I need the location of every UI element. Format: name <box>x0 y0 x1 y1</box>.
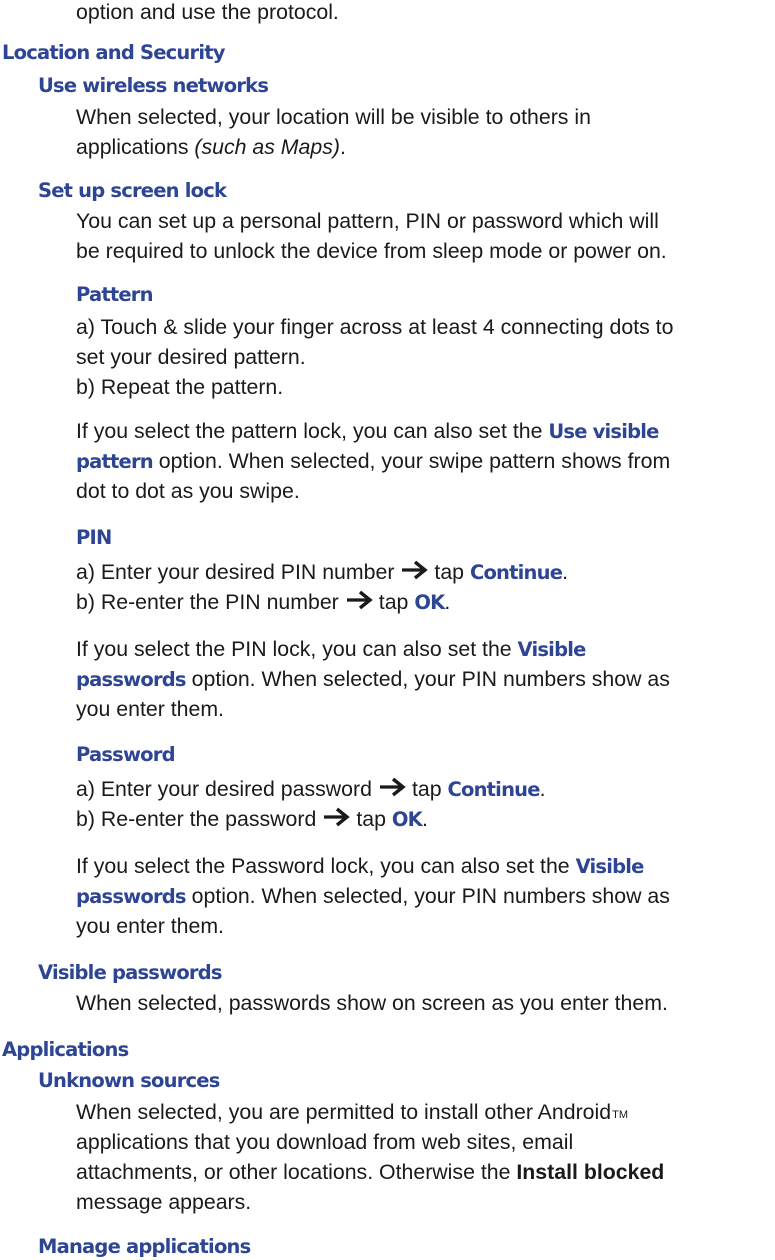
subheading-use-wireless-networks: Use wireless networks <box>38 74 269 97</box>
keyword-ok: OK <box>414 591 445 614</box>
pin-step-b-tap: tap <box>378 590 415 614</box>
unknown-sources-line-3-text: attachments, or other locations. Otherwi… <box>76 1160 517 1184</box>
password-step-b-text: b) Re-enter the password <box>76 807 317 831</box>
screen-lock-description: You can set up a personal pattern, PIN o… <box>76 206 667 266</box>
password-step-a-text: a) Enter your desired password <box>76 777 372 801</box>
subheading-visible-passwords: Visible passwords <box>38 961 223 984</box>
pattern-note-text: If you select the pattern lock, you can … <box>76 419 549 443</box>
pin-note-text-2: option. When selected, your PIN numbers … <box>185 667 670 691</box>
pattern-step-a-line-2: set your desired pattern. <box>76 345 306 369</box>
pattern-note-line-2: pattern option. When selected, your swip… <box>76 446 670 476</box>
right-arrow-icon <box>400 560 429 580</box>
unknown-sources-line-2: applications that you download from web … <box>76 1130 574 1154</box>
intro-line: option and use the protocol. <box>76 0 339 24</box>
pin-step-a-suffix: . <box>562 560 569 584</box>
pin-note-line-3: you enter them. <box>76 697 224 721</box>
pin-note: If you select the PIN lock, you can also… <box>76 634 670 724</box>
password-step-a-tap: tap <box>411 777 448 801</box>
right-arrow-icon <box>345 590 373 610</box>
password-note-line-2: passwords option. When selected, your PI… <box>76 881 670 911</box>
wireless-line-2-suffix: . <box>339 135 346 159</box>
keyword-passwords: passwords <box>76 885 187 908</box>
pattern-step-b: b) Repeat the pattern. <box>76 375 284 399</box>
unknown-sources-line-1: When selected, you are permitted to inst… <box>76 1097 664 1127</box>
pin-note-text: If you select the PIN lock, you can also… <box>76 637 518 661</box>
pin-step-b-suffix: . <box>444 590 451 614</box>
password-step-b: b) Re-enter the password tap OK. <box>76 804 546 834</box>
pin-step-a-tap: tap <box>434 560 470 584</box>
password-step-a-suffix: . <box>539 777 546 801</box>
unknown-sources-line-3: attachments, or other locations. Otherwi… <box>76 1157 664 1187</box>
right-arrow-icon <box>322 807 351 827</box>
wireless-description: When selected, your location will be vis… <box>76 102 591 162</box>
pin-note-line-1: If you select the PIN lock, you can also… <box>76 634 670 664</box>
pin-step-b: b) Re-enter the PIN number tap OK. <box>76 587 568 617</box>
pin-steps: a) Enter your desired PIN number tap Cont… <box>76 557 568 617</box>
screen-lock-line-2: be required to unlock the device from sl… <box>76 239 667 263</box>
install-blocked-label: Install blocked <box>516 1160 665 1184</box>
pattern-note: If you select the pattern lock, you can … <box>76 416 670 506</box>
wireless-example: (such as Maps) <box>194 135 340 159</box>
pattern-note-line-3: dot to dot as you swipe. <box>76 479 300 503</box>
keyword-continue: Continue <box>447 778 540 801</box>
password-note-text-2: option. When selected, your PIN numbers … <box>185 884 670 908</box>
unknown-sources-line-4: message appears. <box>76 1190 252 1214</box>
section-heading-applications: Applications <box>2 1038 129 1061</box>
subheading-password: Password <box>76 743 176 766</box>
unknown-sources-description: When selected, you are permitted to inst… <box>76 1097 664 1217</box>
screen-lock-line-1: You can set up a personal pattern, PIN o… <box>76 209 659 233</box>
password-note: If you select the Password lock, you can… <box>76 851 670 941</box>
trademark-mark: TM <box>612 1109 628 1121</box>
visible-passwords-description: When selected, passwords show on screen … <box>76 988 668 1018</box>
password-step-b-suffix: . <box>421 807 428 831</box>
right-arrow-icon <box>378 777 406 797</box>
intro-paragraph: option and use the protocol. <box>76 0 339 27</box>
keyword-use-visible: Use visible <box>548 420 659 443</box>
subheading-unknown-sources: Unknown sources <box>38 1069 220 1092</box>
password-step-b-tap: tap <box>356 807 392 831</box>
pattern-step-a-line-1: a) Touch & slide your finger across at l… <box>76 315 674 339</box>
pattern-note-text-2: option. When selected, your swipe patter… <box>152 449 671 473</box>
subheading-set-up-screen-lock: Set up screen lock <box>38 179 227 202</box>
wireless-line-1: When selected, your location will be vis… <box>76 105 591 129</box>
password-note-line-3: you enter them. <box>76 914 224 938</box>
pattern-steps: a) Touch & slide your finger across at l… <box>76 312 673 402</box>
keyword-visible: Visible <box>575 855 645 878</box>
keyword-ok: OK <box>391 808 423 831</box>
pin-step-b-text: b) Re-enter the PIN number <box>76 590 339 614</box>
password-step-a: a) Enter your desired password tap Contin… <box>76 774 546 804</box>
subheading-manage-applications: Manage applications <box>38 1235 251 1258</box>
keyword-passwords: passwords <box>76 668 187 691</box>
password-steps: a) Enter your desired password tap Contin… <box>76 774 546 834</box>
password-note-line-1: If you select the Password lock, you can… <box>76 851 670 881</box>
pattern-note-line-1: If you select the pattern lock, you can … <box>76 416 670 446</box>
password-note-text: If you select the Password lock, you can… <box>76 854 576 878</box>
keyword-pattern: pattern <box>76 450 154 473</box>
subheading-pattern: Pattern <box>76 283 154 306</box>
keyword-continue: Continue <box>469 561 563 584</box>
pin-note-line-2: passwords option. When selected, your PI… <box>76 664 670 694</box>
visible-passwords-line-1: When selected, passwords show on screen … <box>76 991 668 1015</box>
pin-step-a-text: a) Enter your desired PIN number <box>76 560 395 584</box>
pin-step-a: a) Enter your desired PIN number tap Cont… <box>76 557 568 587</box>
wireless-line-2-text: applications <box>76 135 195 159</box>
keyword-visible: Visible <box>517 638 587 661</box>
unknown-sources-line-1-text: When selected, you are permitted to inst… <box>76 1100 612 1124</box>
subheading-pin: PIN <box>76 526 112 549</box>
wireless-line-2: applications (such as Maps). <box>76 132 591 162</box>
section-heading-location-security: Location and Security <box>2 41 225 64</box>
